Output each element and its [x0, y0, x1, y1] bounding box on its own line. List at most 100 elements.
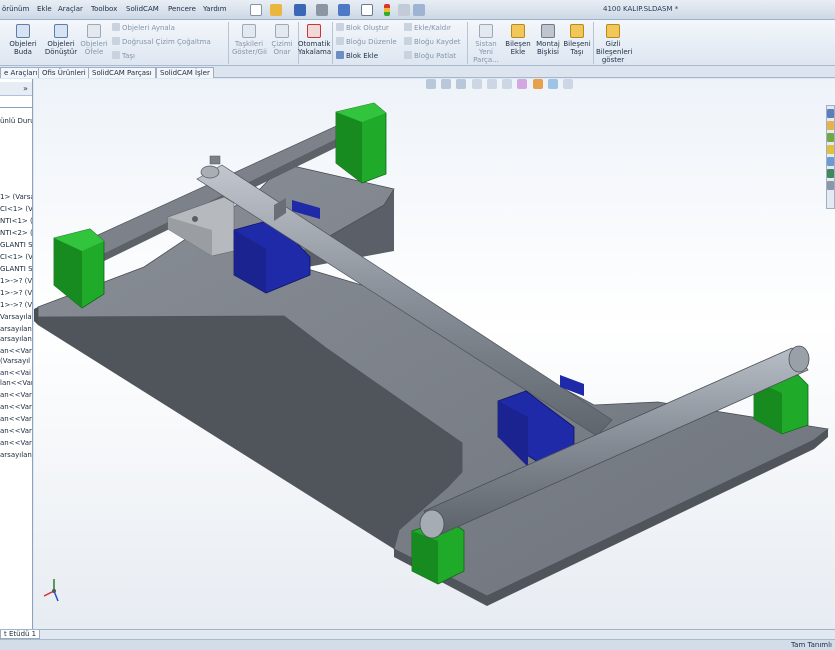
insert-component-button[interactable]: Bileşen Ekle — [503, 24, 533, 56]
tree-item[interactable]: arsayılan<- — [0, 325, 32, 333]
linear-pattern-button[interactable]: Doğrusal Çizim Çoğaltma — [112, 37, 211, 47]
tab-solidcam-operations[interactable]: SolidCAM İşler — [156, 67, 214, 78]
move-component-icon — [570, 24, 584, 38]
rebuild-icon[interactable] — [384, 4, 390, 16]
save-icon[interactable] — [294, 4, 306, 16]
menu-tools[interactable]: Araçlar — [58, 5, 83, 13]
trim-entities-button[interactable]: Objeleri Buda — [8, 24, 38, 56]
options-icon[interactable] — [413, 4, 425, 16]
tree-item[interactable]: an<<Varsa — [0, 403, 32, 411]
tree-item[interactable]: GLANTI S — [0, 265, 32, 273]
tab-solidcam-part[interactable]: SolidCAM Parçası — [88, 67, 156, 78]
tree-item[interactable]: (Varsayıl — [0, 357, 30, 365]
tree-item[interactable]: NTI<2> (V — [0, 229, 32, 237]
status-bar: Tam Tanımlı — [0, 639, 835, 650]
new-part-icon — [479, 24, 493, 38]
menu-solidcam[interactable]: SolidCAM — [126, 5, 159, 13]
show-hidden-icon — [606, 24, 620, 38]
mate-icon — [541, 24, 555, 38]
convert-entities-button[interactable]: Objeleri Dönüştür — [44, 24, 78, 56]
ribbon-separator — [593, 22, 594, 64]
bottom-tab-strip: t Etüdü 1 — [0, 629, 835, 639]
menu-help[interactable]: Yardım — [203, 5, 227, 13]
menu-view[interactable]: örünüm — [2, 5, 29, 13]
display-relations-button[interactable]: Taşkileri Göster/Gii — [232, 24, 267, 56]
new-document-icon[interactable] — [250, 4, 262, 16]
explode-block-icon — [404, 51, 412, 59]
tab-office-products[interactable]: Ofis Ürünleri — [38, 67, 90, 78]
tree-item[interactable]: 1> (Varsa — [0, 193, 32, 201]
ribbon-separator — [467, 22, 468, 64]
open-folder-icon[interactable] — [270, 4, 282, 16]
tree-item[interactable]: an<<Varsa — [0, 439, 32, 447]
repair-icon — [275, 24, 289, 38]
make-block-button[interactable]: Blok Oluştur — [336, 23, 389, 33]
select-cursor-icon[interactable] — [361, 4, 373, 16]
tree-item[interactable]: 1>->? (V — [0, 301, 32, 309]
tree-item[interactable]: an<<Varsa — [0, 391, 32, 399]
quick-snaps-button[interactable]: Otomatik Yakalama — [298, 24, 331, 56]
menu-window[interactable]: Pencere — [168, 5, 196, 13]
tree-item[interactable]: NTI<1> (V — [0, 217, 32, 225]
insert-component-icon — [511, 24, 525, 38]
support-block-back — [335, 102, 387, 184]
move-component-button[interactable]: Bileşeni Taşı — [563, 24, 591, 56]
offset-icon — [87, 24, 101, 38]
snap-icon — [307, 24, 321, 38]
tree-item[interactable]: an<<Varsayı — [0, 347, 32, 355]
offset-entities-button[interactable]: Objeleri Öfele — [80, 24, 108, 56]
tree-item[interactable]: CI<1> (Va — [0, 205, 32, 213]
tree-item[interactable]: an<<Varsa — [0, 415, 32, 423]
feature-manager-divider — [0, 107, 32, 108]
menu-toolbox[interactable]: Toolbox — [91, 5, 117, 13]
move-entities-button[interactable]: Taşı — [112, 51, 135, 61]
print-icon[interactable] — [316, 4, 328, 16]
mirror-icon — [112, 23, 120, 31]
status-text: Tam Tanımlı — [791, 641, 832, 649]
save-block-icon — [404, 37, 412, 45]
command-manager-ribbon: Objeleri Buda Objeleri Dönüştür Objeleri… — [0, 20, 835, 66]
relations-icon — [242, 24, 256, 38]
tree-item[interactable]: CI<1> (Va — [0, 253, 32, 261]
menu-insert[interactable]: Ekle — [37, 5, 52, 13]
add-remove-button[interactable]: Ekle/Kaldır — [404, 23, 451, 33]
explode-block-button[interactable]: Bloğu Patlat — [404, 51, 456, 61]
edit-block-button[interactable]: Bloğu Düzenle — [336, 37, 397, 47]
file-properties-icon[interactable] — [398, 4, 410, 16]
add-remove-icon — [404, 23, 412, 31]
show-hidden-components-button[interactable]: Gizli Bileşenleri göster — [596, 24, 632, 64]
expand-panel-button[interactable]: » — [23, 84, 28, 93]
trim-icon — [16, 24, 30, 38]
coordinate-triad — [43, 579, 59, 602]
tab-sketch-tools[interactable]: e Araçları — [0, 67, 42, 78]
feature-manager-header: » — [0, 82, 32, 96]
insert-block-button[interactable]: Blok Ekle — [336, 51, 378, 61]
mirror-entities-button[interactable]: Objeleri Aynala — [112, 23, 175, 33]
menu-bar: örünüm Ekle Araçlar Toolbox SolidCAM Pen… — [0, 0, 835, 20]
graphics-area[interactable] — [34, 79, 835, 629]
tree-item[interactable]: 1>->? (V — [0, 289, 32, 297]
move-icon — [112, 51, 120, 59]
tree-item[interactable]: arsayılan> — [0, 451, 32, 459]
tree-item[interactable]: arsayılan<- — [0, 335, 32, 343]
tree-item[interactable]: 1>->? (V — [0, 277, 32, 285]
tree-item[interactable]: an<<Vai — [0, 369, 31, 377]
tree-item[interactable]: an<<Varsa — [0, 427, 32, 435]
tree-item[interactable]: Varsayılan<Gö — [0, 313, 32, 321]
assembly-model — [34, 102, 829, 606]
mate-button[interactable]: Montaj Bişkisi — [533, 24, 563, 56]
tree-item[interactable]: GLANTI S — [0, 241, 32, 249]
insert-block-icon — [336, 51, 344, 59]
undo-icon[interactable] — [338, 4, 350, 16]
repair-sketch-button[interactable]: Çizimi Onar — [270, 24, 294, 56]
support-block-left — [53, 228, 105, 309]
ribbon-separator — [332, 22, 333, 64]
convert-icon — [54, 24, 68, 38]
feature-manager-tree: » ünlü Duru 1> (Varsa CI<1> (Va NTI<1> (V NT… — [0, 79, 33, 629]
tree-item[interactable]: lan<<Var — [0, 379, 32, 387]
edit-block-icon — [336, 37, 344, 45]
save-block-button[interactable]: Bloğu Kaydet — [404, 37, 461, 47]
tab-motion-study[interactable]: t Etüdü 1 — [0, 630, 41, 639]
new-part-button[interactable]: Sistan Yeni Parça... — [470, 24, 502, 64]
tree-item[interactable]: ünlü Duru — [0, 117, 32, 125]
